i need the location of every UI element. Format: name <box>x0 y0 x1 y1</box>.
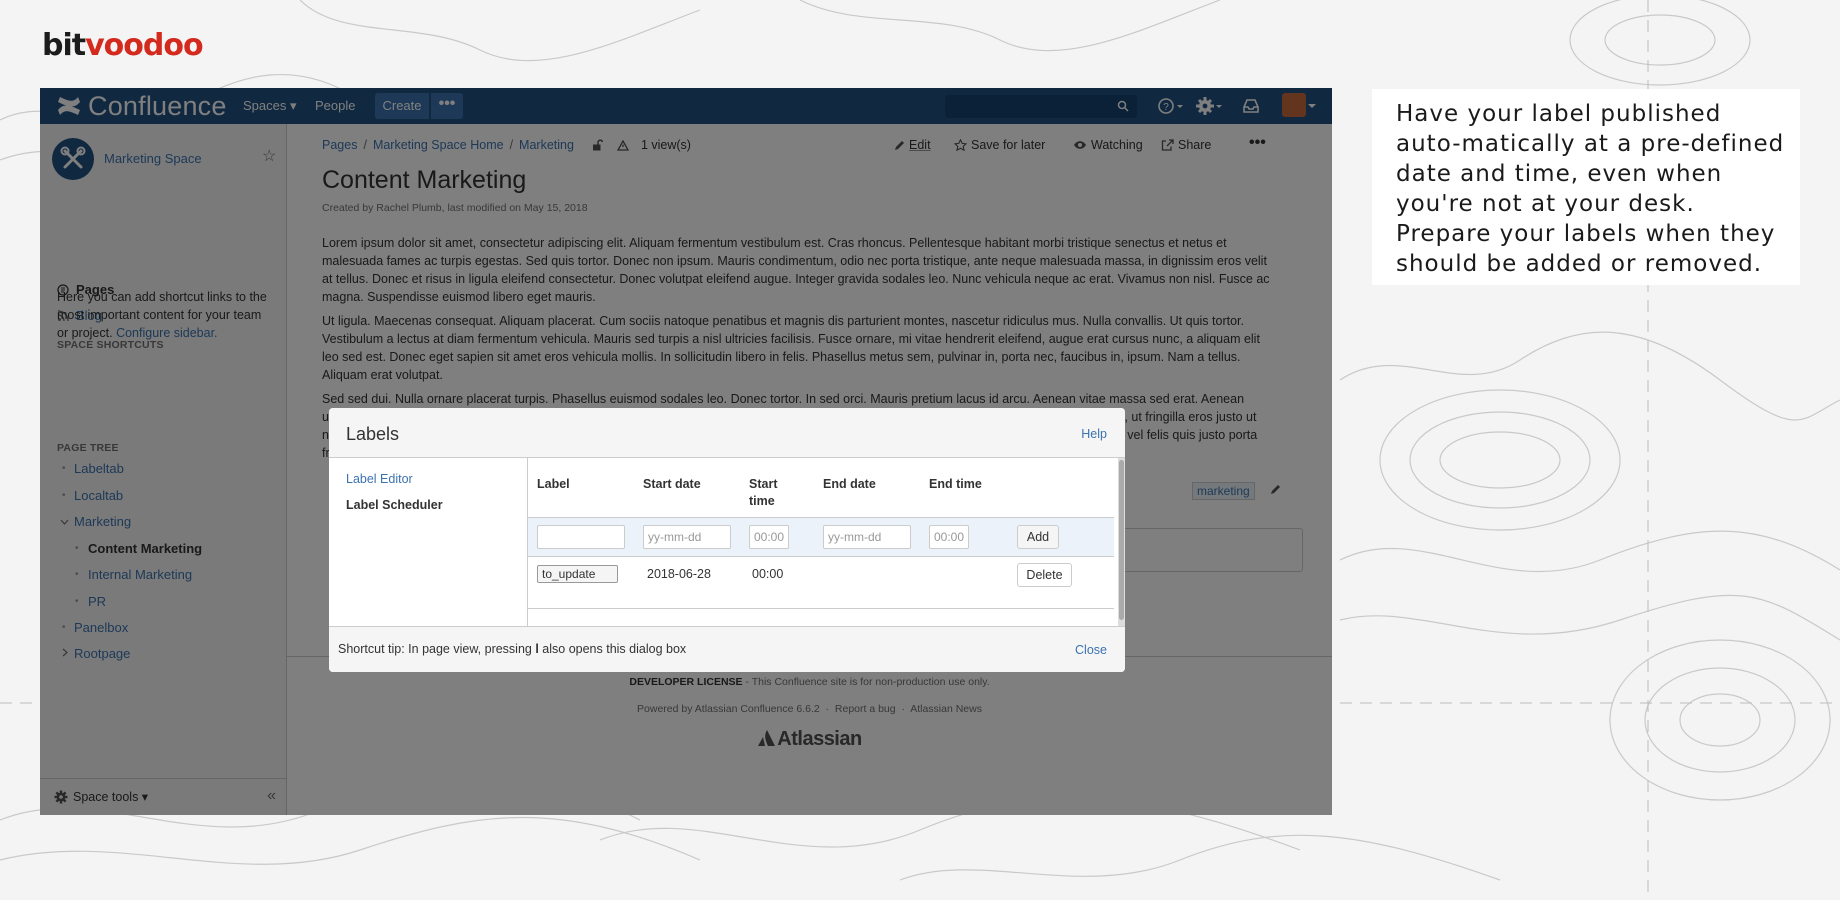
scheduled-start-time: 00:00 <box>752 567 784 581</box>
scrollbar-thumb[interactable] <box>1119 460 1124 620</box>
end-date-input[interactable]: yy-mm-dd <box>823 525 911 549</box>
row-divider <box>528 608 1114 609</box>
end-time-input[interactable]: 00:00 <box>929 525 969 549</box>
add-button[interactable]: Add <box>1017 525 1059 549</box>
callout-text: Have your label published auto-matically… <box>1396 101 1785 277</box>
scheduler-table: Label Start date Start time End date End… <box>528 458 1125 626</box>
tip-text: Shortcut tip: In page view, pressing <box>338 642 536 656</box>
close-button[interactable]: Close <box>1075 643 1107 657</box>
shortcut-tip: Shortcut tip: In page view, pressing l a… <box>338 642 686 656</box>
delete-button[interactable]: Delete <box>1017 563 1072 587</box>
nav-label-editor[interactable]: Label Editor <box>346 472 413 486</box>
tip-text-end: also opens this dialog box <box>538 642 687 656</box>
start-date-input[interactable]: yy-mm-dd <box>643 525 731 549</box>
dialog-title: Labels <box>346 424 400 444</box>
confluence-window: Confluence Spaces ▾ People Create ••• ? … <box>40 88 1332 815</box>
dialog-header: Labels Help <box>329 408 1125 458</box>
help-link[interactable]: Help <box>1081 427 1107 441</box>
column-label: Label <box>537 477 570 491</box>
column-start-date: Start date <box>643 477 701 491</box>
dialog-nav: Label Editor Label Scheduler <box>329 458 528 626</box>
column-start-time: Start time <box>749 477 778 508</box>
brand-part-1: bit <box>42 28 86 63</box>
scheduled-start-date: 2018-06-28 <box>647 567 711 581</box>
brand-part-2: voodoo <box>85 28 203 63</box>
labels-dialog: Labels Help Label Editor Label Scheduler… <box>329 408 1125 672</box>
scheduled-label: to_update <box>537 565 618 583</box>
dialog-scrollbar[interactable] <box>1118 458 1125 626</box>
feature-callout: Have your label published auto-matically… <box>1372 89 1800 285</box>
new-schedule-row: yy-mm-dd 00:00 yy-mm-dd 00:00 Add <box>528 517 1114 557</box>
column-end-time: End time <box>929 477 982 491</box>
nav-label-scheduler[interactable]: Label Scheduler <box>346 498 443 512</box>
bitvoodoo-logo: bitvoodoo <box>42 28 204 63</box>
column-end-date: End date <box>823 477 876 491</box>
start-time-input[interactable]: 00:00 <box>749 525 789 549</box>
label-input[interactable] <box>537 525 625 549</box>
dialog-footer: Shortcut tip: In page view, pressing l a… <box>329 626 1125 672</box>
